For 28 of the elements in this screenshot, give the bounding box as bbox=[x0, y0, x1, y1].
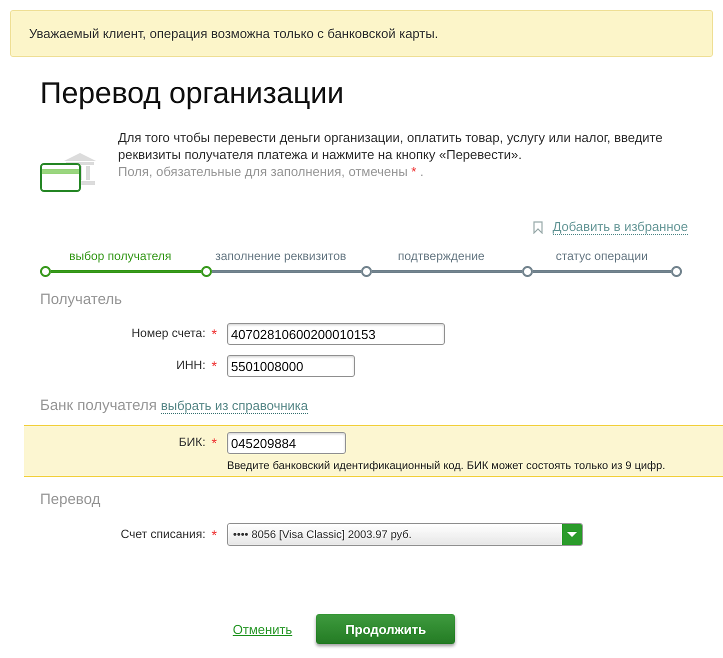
field-hint: Введите банковский идентификационный код. БИК может состоять только из 9 цифр. bbox=[227, 460, 666, 472]
section-title: Банк получателя bbox=[40, 397, 157, 414]
page-title: Перевод организации bbox=[40, 77, 345, 111]
bookmark-icon bbox=[532, 220, 543, 234]
step-label: статус операции bbox=[556, 249, 648, 263]
field-label: Номер счета: bbox=[132, 326, 206, 342]
field-label: ИНН: bbox=[176, 358, 206, 374]
account-dropdown[interactable]: •••• 8056 [Visa Classic] 2003.97 руб. bbox=[227, 523, 583, 546]
step-label: выбор получателя bbox=[69, 249, 172, 263]
section-title: Перевод bbox=[40, 491, 100, 508]
step-label: подтверждение bbox=[398, 249, 485, 263]
directory-link[interactable]: выбрать из справочника bbox=[160, 398, 308, 414]
input-field[interactable]: 045209884 bbox=[227, 432, 346, 454]
cancel-link[interactable]: Отменить bbox=[232, 622, 292, 636]
intro-text: Для того чтобы перевести деньги организации, оплатить товар, услугу или налог, введите реквизиты получателя платежа и нажмите на кнопку «Перевести». bbox=[118, 129, 664, 163]
input-field[interactable]: 5501008000 bbox=[227, 355, 355, 377]
required-mark: * bbox=[212, 358, 217, 374]
field-label: Счет списания: bbox=[120, 526, 206, 542]
field-label: БИК: bbox=[178, 435, 206, 451]
required-mark: * bbox=[212, 326, 217, 342]
required-mark: * bbox=[212, 526, 217, 542]
section-title: Получатель bbox=[40, 291, 122, 308]
required-mark: * bbox=[212, 435, 217, 451]
required-note: Поля, обязательные для заполнения, отмечены * . bbox=[118, 163, 425, 180]
alert-message: Уважаемый клиент, операция возможна только с банковской карты. bbox=[10, 10, 713, 57]
input-field[interactable]: 40702810600200010153 bbox=[227, 323, 445, 345]
step-label: заполнение реквизитов bbox=[215, 249, 346, 263]
continue-button[interactable]: Продолжить bbox=[316, 614, 456, 644]
